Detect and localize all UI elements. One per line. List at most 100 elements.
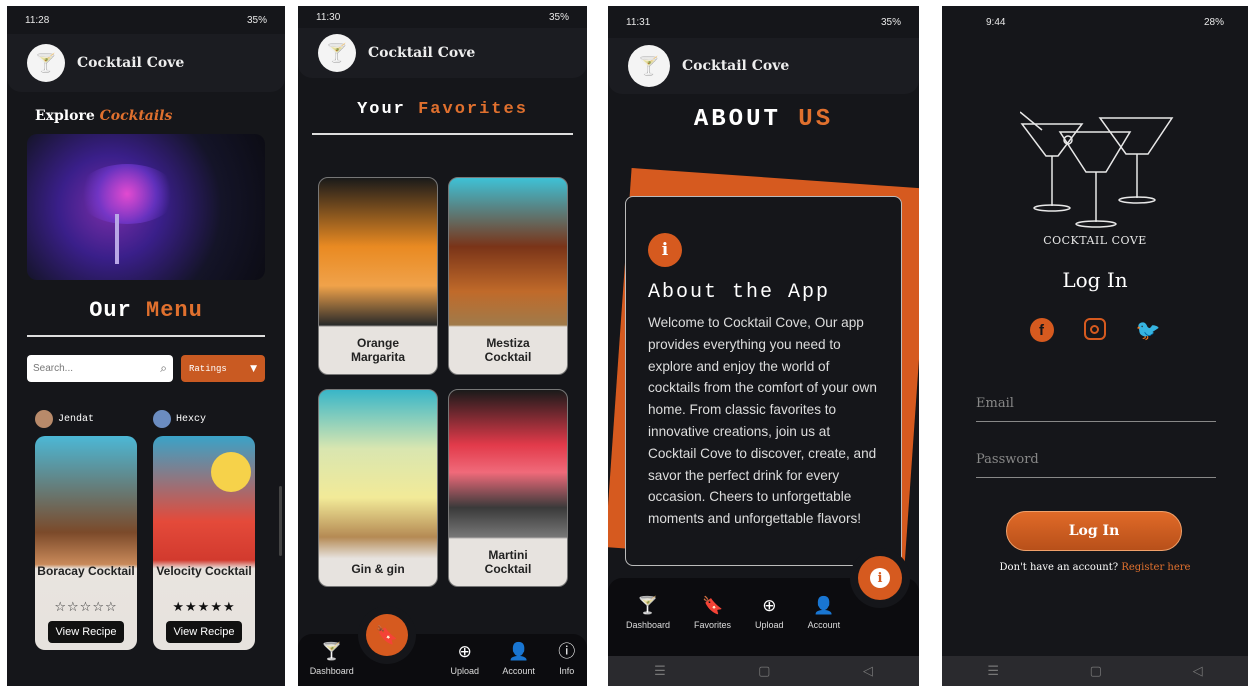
favorite-name: Mestiza Cocktail: [484, 336, 532, 364]
menu-word2: Menu: [146, 298, 203, 323]
card-author: Jendat: [35, 410, 137, 428]
view-recipe-button[interactable]: View Recipe: [165, 621, 243, 643]
nav-upload[interactable]: ⊕ Upload: [450, 643, 479, 676]
bookmark-icon: 🔖: [701, 596, 724, 615]
view-recipe-wrap: View Recipe: [35, 620, 137, 643]
recipe-cards: Jendat Boracay Cocktail ☆☆☆☆☆ View Recip…: [35, 410, 285, 650]
nav-account[interactable]: 👤 Account: [502, 643, 535, 676]
nav-label: Dashboard: [626, 620, 671, 630]
system-nav-bar: ☰ ▢ ◁: [608, 656, 919, 686]
status-time: 9:44: [986, 16, 1006, 28]
menu-heading: Our Menu: [7, 298, 285, 323]
info-fab[interactable]: i: [858, 556, 902, 600]
nav-label: Upload: [755, 620, 784, 630]
user-icon: 👤: [508, 642, 530, 661]
app-title: Cocktail Cove: [682, 58, 790, 74]
favorite-card[interactable]: Martini Cocktail: [448, 389, 568, 587]
phone-dashboard: 11:28 35% 🍸 Cocktail Cove Explore Cockta…: [7, 6, 285, 686]
nav-dashboard[interactable]: 🍸 Dashboard: [310, 643, 354, 676]
menu-icon[interactable]: ☰: [987, 664, 999, 679]
phone-favorites: 11:30 35% 🍸 Cocktail Cove Your Favorites…: [298, 6, 587, 686]
chevron-down-icon: ▼: [250, 363, 257, 374]
search-icon: ⌕: [160, 361, 167, 375]
nav-info[interactable]: ⓘ Info: [558, 643, 575, 676]
facebook-icon[interactable]: f: [1029, 318, 1054, 342]
status-time: 11:28: [25, 14, 50, 26]
about-title: About the App: [648, 281, 831, 304]
favorite-name: Gin & gin: [351, 562, 405, 576]
nav-dashboard[interactable]: 🍸 Dashboard: [626, 597, 670, 630]
about-card: i About the App Welcome to Cocktail Cove…: [625, 196, 902, 566]
home-icon[interactable]: ▢: [1090, 664, 1102, 679]
favorite-card[interactable]: Gin & gin: [318, 389, 438, 587]
instagram-icon[interactable]: [1083, 318, 1106, 340]
login-title: Log In: [1062, 268, 1128, 292]
card-author: Hexcy: [153, 410, 255, 428]
password-field[interactable]: Password: [976, 448, 1216, 478]
cocktail-icon: 🍸: [321, 642, 343, 661]
avatar: [153, 410, 171, 428]
ratings-dropdown[interactable]: Ratings ▼: [181, 355, 265, 382]
favorites-heading: Your Favorites: [298, 100, 587, 119]
app-logo: 🍸: [628, 45, 670, 87]
filter-row: Search... ⌕ Ratings ▼: [27, 355, 265, 382]
hero-image[interactable]: [27, 134, 265, 280]
recipe-card-body: Boracay Cocktail ☆☆☆☆☆ View Recipe: [35, 436, 137, 650]
nav-account[interactable]: 👤 Account: [808, 597, 841, 630]
nav-label: Upload: [450, 666, 479, 676]
hero-splash: [77, 164, 177, 224]
info-icon: i: [870, 568, 890, 588]
plus-circle-icon: ⊕: [762, 596, 777, 615]
login-button[interactable]: Log In: [1006, 511, 1182, 551]
back-icon[interactable]: ◁: [863, 664, 873, 679]
nav-upload[interactable]: ⊕ Upload: [755, 597, 784, 630]
avatar: [35, 410, 53, 428]
recipe-card[interactable]: Jendat Boracay Cocktail ☆☆☆☆☆ View Recip…: [35, 410, 137, 650]
search-input[interactable]: Search... ⌕: [27, 355, 173, 382]
about-heading: ABOUT US: [608, 106, 919, 133]
view-recipe-wrap: View Recipe: [153, 620, 255, 643]
recipe-name: Boracay Cocktail: [37, 564, 135, 578]
menu-divider: [27, 335, 265, 337]
back-icon[interactable]: ◁: [1193, 664, 1203, 679]
ratings-label: Ratings: [189, 363, 227, 374]
heading-word2: US: [798, 106, 834, 133]
app-header: 🍸 Cocktail Cove: [298, 28, 587, 78]
screenshot-collage: 11:28 35% 🍸 Cocktail Cove Explore Cockta…: [0, 0, 1248, 689]
status-time: 11:31: [626, 16, 651, 28]
author-name: Hexcy: [176, 413, 207, 425]
app-title: Cocktail Cove: [368, 45, 476, 61]
nav-label: Info: [559, 666, 575, 676]
system-nav-bar: ☰ ▢ ◁: [942, 656, 1248, 686]
register-prompt: Don't have an account? Register here: [942, 562, 1248, 573]
app-header: 🍸 Cocktail Cove: [608, 38, 919, 94]
register-link[interactable]: Register here: [1121, 562, 1190, 573]
heading-word2: Favorites: [418, 100, 528, 119]
email-field[interactable]: Email: [976, 392, 1216, 422]
explore-accent: Cocktails: [99, 108, 173, 124]
brand-name: COCKTAIL COVE: [1043, 234, 1147, 247]
favorite-card[interactable]: Mestiza Cocktail: [448, 177, 568, 375]
scrollbar[interactable]: [279, 486, 282, 556]
phone-login: 9:44 28% COCKTAIL COVE Log In f 🐦 Email …: [942, 6, 1248, 686]
cocktail-glasses-icon: [1019, 111, 1174, 228]
favorite-name: Martini Cocktail: [484, 548, 532, 576]
nav-label: Account: [807, 620, 841, 630]
twitter-icon[interactable]: 🐦: [1136, 318, 1161, 342]
menu-icon[interactable]: ☰: [654, 664, 666, 679]
cocktail-icon: 🍸: [637, 596, 659, 615]
favorite-name: Orange Margarita: [350, 336, 406, 364]
password-placeholder: Password: [976, 452, 1039, 467]
info-icon: ⓘ: [558, 642, 576, 661]
favorite-card[interactable]: Orange Margarita: [318, 177, 438, 375]
nav-favorites[interactable]: 🔖 Favorites: [694, 597, 731, 630]
lemon-slice: [211, 452, 251, 492]
recipe-card[interactable]: Hexcy Velocity Cocktail ★★★★★ View Recip…: [153, 410, 255, 650]
home-icon[interactable]: ▢: [758, 664, 770, 679]
recipe-card-body: Velocity Cocktail ★★★★★ View Recipe: [153, 436, 255, 650]
nav-label: Account: [502, 666, 535, 676]
view-recipe-button[interactable]: View Recipe: [47, 621, 125, 643]
recipe-name: Velocity Cocktail: [156, 564, 252, 578]
email-placeholder: Email: [976, 396, 1014, 411]
bookmark-fab[interactable]: 🔖: [366, 614, 408, 656]
